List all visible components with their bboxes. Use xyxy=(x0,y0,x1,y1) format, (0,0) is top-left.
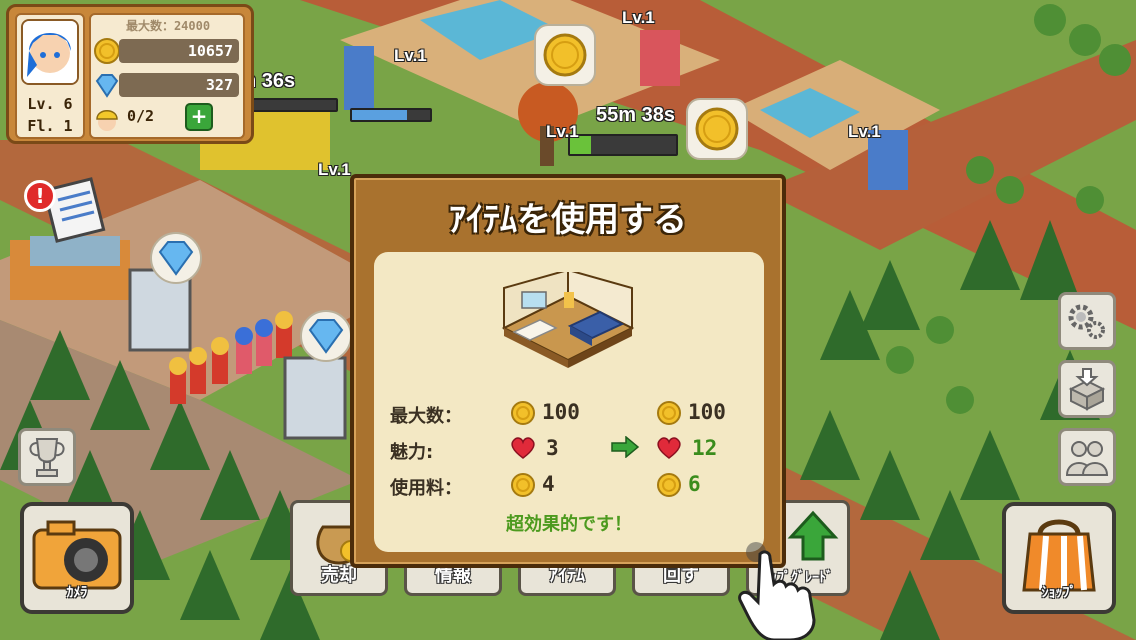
level-tag: Lv.1 xyxy=(318,160,351,179)
settings-button[interactable] xyxy=(1058,292,1116,350)
progress-bar-left-2 xyxy=(350,108,432,122)
value-before: 100 xyxy=(542,400,580,424)
use-item-dialog[interactable]: ｱｲﾃﾑを使用する 最大数： 100 100 魅力: 3 12 使用料： 4 6… xyxy=(350,174,786,568)
diamond-icon xyxy=(95,74,119,98)
timer-center: 55m 38s xyxy=(596,104,675,126)
gear-icon xyxy=(1068,304,1105,339)
camera-button[interactable]: ｶﾒﾗ xyxy=(20,502,134,614)
add-worker-button[interactable]: + xyxy=(185,103,213,131)
coin-icon xyxy=(511,401,535,425)
effect-note: 超効果的です！ xyxy=(506,514,632,535)
gem-bubble[interactable] xyxy=(300,310,352,362)
progress-bar-center xyxy=(568,134,678,156)
coin-bubble[interactable] xyxy=(686,98,748,160)
box-download-icon xyxy=(1068,368,1106,411)
value-after: 12 xyxy=(692,436,718,460)
progress-bar-left xyxy=(244,98,338,112)
coin-icon xyxy=(543,33,587,77)
alert-badge: ! xyxy=(24,180,56,212)
diamond-icon xyxy=(308,319,344,354)
coin-bubble[interactable] xyxy=(534,24,596,86)
trophy-icon xyxy=(29,438,65,477)
bedroom-item-icon xyxy=(501,272,635,368)
player-box[interactable]: Lv. 6 Fl. 1 xyxy=(15,13,85,139)
player-level: Lv. 6 xyxy=(27,95,73,113)
level-tag: Lv.1 xyxy=(394,46,427,65)
coin-icon xyxy=(511,473,535,497)
gem-bubble[interactable] xyxy=(150,232,202,284)
pointing-hand-icon xyxy=(738,542,816,640)
value-before: 3 xyxy=(546,436,559,460)
player-avatar-icon xyxy=(23,21,77,83)
heart-icon xyxy=(511,437,535,459)
level-tag: Lv.1 xyxy=(622,8,655,27)
value-before: 4 xyxy=(542,472,555,496)
level-tag: Lv.1 xyxy=(848,122,881,141)
people-icon xyxy=(1065,441,1109,476)
value-after: 6 xyxy=(688,472,701,496)
row-label-fee: 使用料： xyxy=(390,478,462,499)
gold-count: 10657 xyxy=(119,39,239,63)
dialog-panel: 最大数： 100 100 魅力: 3 12 使用料： 4 6 超効果的です！ xyxy=(374,252,764,552)
player-status-panel: Lv. 6 Fl. 1 最大数：24000 10657 327 0/2 + xyxy=(6,4,254,144)
value-after: 100 xyxy=(688,400,726,424)
worker-icon xyxy=(96,110,118,131)
storage-button[interactable] xyxy=(1058,360,1116,418)
coin-icon xyxy=(657,473,681,497)
floor-number: Fl. 1 xyxy=(27,117,73,135)
level-tag: Lv.1 xyxy=(546,122,579,141)
gem-count: 327 xyxy=(119,73,239,97)
diamond-icon xyxy=(158,241,194,276)
trophy-button[interactable] xyxy=(18,428,76,486)
coin-icon xyxy=(657,401,681,425)
arrow-right-icon xyxy=(611,436,640,458)
heart-icon xyxy=(657,437,681,459)
staff-button[interactable] xyxy=(1058,428,1116,486)
shop-label: ｼｮｯﾌﾟ xyxy=(1041,585,1077,601)
camera-label: ｶﾒﾗ xyxy=(66,585,88,601)
resource-panel: 最大数：24000 10657 327 0/2 + xyxy=(89,13,245,139)
row-label-charm: 魅力: xyxy=(390,442,434,463)
row-label-max: 最大数： xyxy=(390,406,462,427)
shop-button[interactable]: ｼｮｯﾌﾟ xyxy=(1002,502,1116,614)
worker-count: 0/2 xyxy=(127,107,155,125)
coin-icon xyxy=(94,38,120,64)
avatar xyxy=(21,19,79,85)
coin-icon xyxy=(695,107,739,151)
max-gold-label: 最大数：24000 xyxy=(125,19,211,33)
dialog-title: ｱｲﾃﾑを使用する xyxy=(449,200,687,240)
